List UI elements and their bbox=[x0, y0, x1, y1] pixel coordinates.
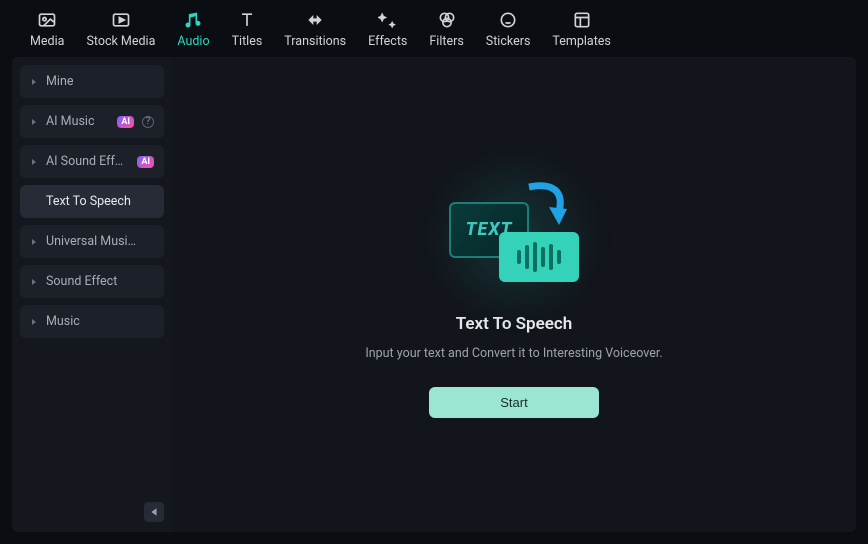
sidebar-item-label: Mine bbox=[46, 74, 154, 89]
ai-badge: AI bbox=[117, 116, 134, 128]
chevron-right-icon bbox=[30, 78, 38, 86]
chevron-right-icon bbox=[30, 278, 38, 286]
tab-label: Stickers bbox=[486, 34, 531, 49]
sidebar-item-sound-effect[interactable]: Sound Effect bbox=[20, 265, 164, 298]
tab-stock-media[interactable]: Stock Media bbox=[86, 10, 155, 49]
collapse-sidebar-button[interactable] bbox=[144, 502, 164, 522]
chevron-right-icon bbox=[30, 158, 38, 166]
tab-label: Transitions bbox=[284, 34, 346, 49]
sidebar-item-label: Music bbox=[46, 314, 154, 329]
effects-icon bbox=[378, 10, 398, 30]
sidebar-item-text-to-speech[interactable]: Text To Speech bbox=[20, 185, 164, 218]
chevron-left-icon bbox=[149, 507, 159, 517]
tab-audio[interactable]: Audio bbox=[177, 10, 209, 49]
tab-transitions[interactable]: Transitions bbox=[284, 10, 346, 49]
stickers-icon bbox=[498, 10, 518, 30]
sidebar-item-label: Sound Effect bbox=[46, 274, 154, 289]
stock-media-icon bbox=[111, 10, 131, 30]
sidebar-item-ai-sound-effect[interactable]: AI Sound Effect AI bbox=[20, 145, 164, 178]
start-button[interactable]: Start bbox=[429, 387, 599, 418]
titles-icon bbox=[237, 10, 257, 30]
media-icon bbox=[37, 10, 57, 30]
illustration-wave-box bbox=[499, 232, 579, 282]
top-tab-bar: Media Stock Media Audio Titles Transitio… bbox=[0, 0, 868, 57]
chevron-right-icon bbox=[30, 238, 38, 246]
text-to-speech-illustration: TEXT bbox=[439, 172, 589, 302]
tab-label: Effects bbox=[368, 34, 407, 49]
sidebar-item-label: Text To Speech bbox=[46, 194, 154, 209]
transitions-icon bbox=[305, 10, 325, 30]
filters-icon bbox=[437, 10, 457, 30]
main-area: Mine AI Music AI ? AI Sound Effect AI Te… bbox=[12, 57, 856, 532]
templates-icon bbox=[572, 10, 592, 30]
sidebar-item-label: AI Sound Effect bbox=[46, 154, 129, 169]
arrow-down-icon bbox=[519, 177, 569, 227]
content-subtitle: Input your text and Convert it to Intere… bbox=[365, 346, 662, 361]
sidebar-item-mine[interactable]: Mine bbox=[20, 65, 164, 98]
tab-label: Filters bbox=[429, 34, 463, 49]
sidebar-item-label: Universal Musi… bbox=[46, 234, 154, 249]
tab-titles[interactable]: Titles bbox=[232, 10, 263, 49]
sidebar-item-ai-music[interactable]: AI Music AI ? bbox=[20, 105, 164, 138]
tab-stickers[interactable]: Stickers bbox=[486, 10, 531, 49]
tab-media[interactable]: Media bbox=[30, 10, 64, 49]
tab-label: Media bbox=[30, 34, 64, 49]
tab-label: Titles bbox=[232, 34, 263, 49]
ai-badge: AI bbox=[137, 156, 154, 168]
tab-templates[interactable]: Templates bbox=[552, 10, 610, 49]
tab-label: Templates bbox=[552, 34, 610, 49]
tab-filters[interactable]: Filters bbox=[429, 10, 463, 49]
chevron-right-icon bbox=[30, 118, 38, 126]
tab-label: Stock Media bbox=[86, 34, 155, 49]
sidebar: Mine AI Music AI ? AI Sound Effect AI Te… bbox=[12, 57, 172, 532]
tab-label: Audio bbox=[177, 34, 209, 49]
help-icon[interactable]: ? bbox=[142, 116, 154, 128]
sidebar-item-music[interactable]: Music bbox=[20, 305, 164, 338]
content-panel: TEXT Text To Speech Input your text and … bbox=[172, 57, 856, 532]
sidebar-item-label: AI Music bbox=[46, 114, 109, 129]
chevron-right-icon bbox=[30, 318, 38, 326]
audio-icon bbox=[183, 10, 203, 30]
tab-effects[interactable]: Effects bbox=[368, 10, 407, 49]
sidebar-item-universal-music[interactable]: Universal Musi… bbox=[20, 225, 164, 258]
